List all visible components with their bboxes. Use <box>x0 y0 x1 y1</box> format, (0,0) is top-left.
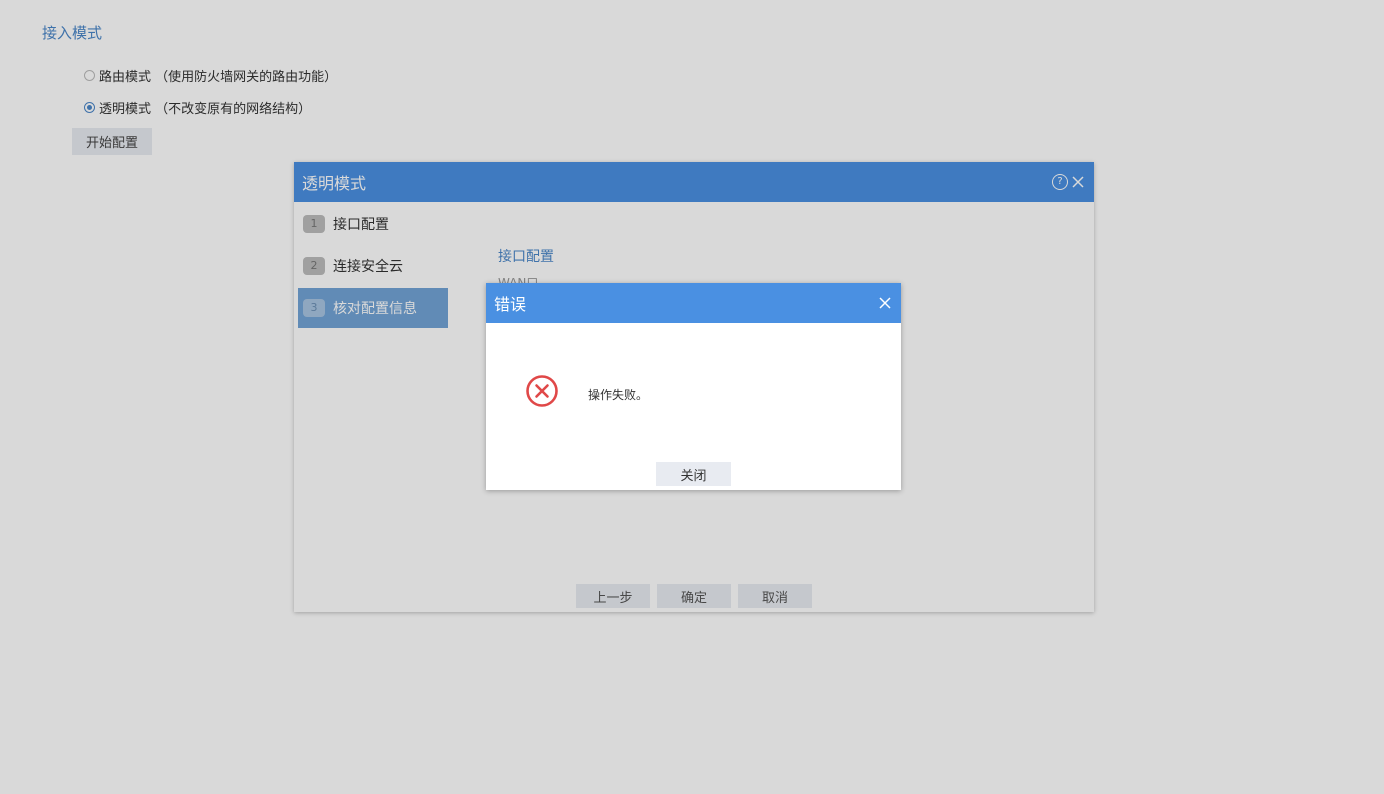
error-message: 操作失败。 <box>588 388 649 402</box>
close-button[interactable]: 关闭 <box>656 462 731 486</box>
error-circle-x-icon <box>526 375 558 407</box>
error-dialog-header: 错误 <box>486 283 901 323</box>
error-dialog-title: 错误 <box>494 295 527 314</box>
page: 接入模式 路由模式 （使用防火墙网关的路由功能） 透明模式 （不改变原有的网络结… <box>0 0 1384 794</box>
close-icon[interactable] <box>877 295 893 311</box>
error-dialog: 错误 操作失败。 关闭 <box>486 283 901 490</box>
